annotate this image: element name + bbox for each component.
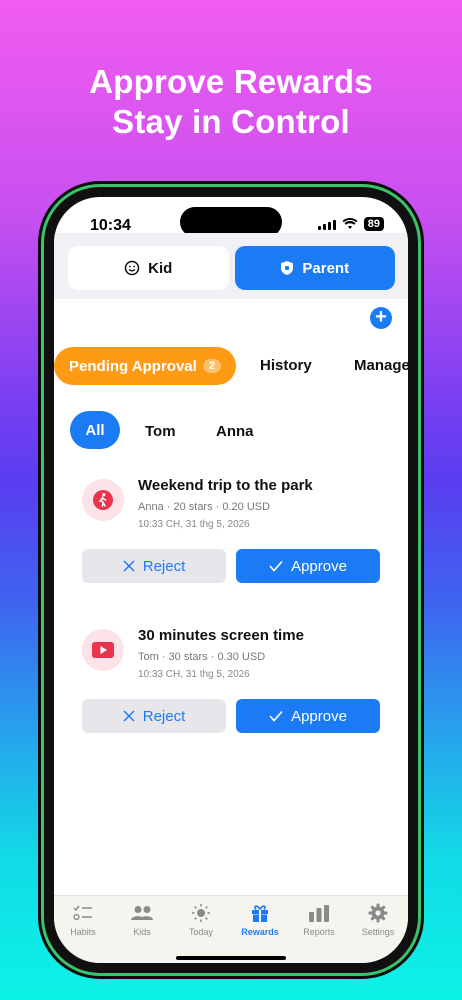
- mode-toggle: Kid Parent: [68, 246, 395, 290]
- reject-label: Reject: [142, 557, 186, 575]
- walking-icon: [93, 490, 113, 510]
- checkmark-icon: [269, 710, 283, 722]
- bar-chart-icon: [309, 905, 329, 922]
- filter-kid-tom[interactable]: Tom: [145, 423, 176, 440]
- status-icons: 89: [317, 217, 384, 231]
- promo-headline: Approve Rewards Stay in Control: [0, 62, 462, 142]
- request-icon-circle: [82, 479, 124, 521]
- nav-rewards[interactable]: Rewards: [231, 902, 289, 937]
- pending-count-badge: 2: [202, 359, 221, 373]
- home-indicator: [176, 956, 286, 960]
- play-screen-icon: [92, 642, 114, 658]
- request-time: 10:33 CH, 31 thg 5, 2026: [138, 669, 250, 680]
- mode-kid-label: Kid: [148, 259, 173, 277]
- mode-kid-button[interactable]: Kid: [68, 246, 229, 290]
- approve-label: Approve: [291, 557, 347, 575]
- nav-reports-label: Reports: [303, 927, 335, 937]
- tab-pending-label: Pending Approval: [69, 357, 197, 375]
- nav-today-label: Today: [188, 927, 214, 937]
- nav-kids-label: Kids: [133, 927, 151, 937]
- headline-line-1: Approve Rewards: [89, 63, 373, 100]
- tab-pending-approval[interactable]: Pending Approval 2: [54, 347, 236, 385]
- filter-kid-anna[interactable]: Anna: [216, 423, 254, 440]
- mode-parent-label: Parent: [302, 259, 350, 277]
- bottom-tab-bar: Habits Kids Today Rewards Reports Settin…: [54, 895, 408, 963]
- battery-indicator: 89: [363, 217, 384, 231]
- people-icon: [131, 906, 153, 920]
- mode-parent-button[interactable]: Parent: [234, 246, 395, 290]
- shield-icon: [281, 261, 294, 275]
- gift-icon: [252, 905, 268, 922]
- reward-tabs: Pending Approval 2 History Manage: [54, 347, 408, 387]
- add-reward-button[interactable]: +: [370, 307, 392, 329]
- tab-history[interactable]: History: [260, 357, 312, 374]
- reject-button[interactable]: Reject: [82, 699, 226, 733]
- request-meta: Tom · 30 stars · 0.30 USD: [138, 651, 266, 663]
- request-icon-circle: [82, 629, 124, 671]
- nav-habits[interactable]: Habits: [54, 902, 112, 937]
- wifi-icon: [342, 218, 358, 229]
- nav-habits-label: Habits: [70, 927, 96, 937]
- close-icon: [123, 710, 135, 722]
- kid-filter: All: [70, 411, 120, 449]
- checklist-icon: [73, 905, 92, 921]
- tab-manage[interactable]: Manage: [354, 357, 408, 374]
- smile-icon: [124, 260, 140, 276]
- reject-button[interactable]: Reject: [82, 549, 226, 583]
- request-meta: Anna · 20 stars · 0.20 USD: [138, 501, 271, 513]
- nav-settings-label: Settings: [361, 927, 395, 937]
- sun-icon: [192, 904, 210, 922]
- request-title: 30 minutes screen time: [138, 627, 304, 644]
- nav-reports[interactable]: Reports: [290, 902, 348, 937]
- headline-line-2: Stay in Control: [112, 103, 350, 140]
- checkmark-icon: [269, 560, 283, 572]
- request-title: Weekend trip to the park: [138, 477, 313, 494]
- approve-button[interactable]: Approve: [236, 699, 380, 733]
- nav-rewards-label: Rewards: [241, 927, 279, 937]
- app-screen: 10:34 89 Kid Parent + Pending Approval 2…: [54, 197, 408, 963]
- filter-all[interactable]: All: [70, 411, 120, 449]
- nav-kids[interactable]: Kids: [113, 902, 171, 937]
- approve-label: Approve: [291, 707, 347, 725]
- reject-label: Reject: [142, 707, 186, 725]
- close-icon: [123, 560, 135, 572]
- approve-button[interactable]: Approve: [236, 549, 380, 583]
- nav-settings[interactable]: Settings: [349, 902, 407, 937]
- nav-today[interactable]: Today: [172, 902, 230, 937]
- gear-icon: [368, 903, 388, 923]
- request-time: 10:33 CH, 31 thg 5, 2026: [138, 519, 250, 530]
- signal-icon: [317, 219, 336, 230]
- phone-frame: 10:34 89 Kid Parent + Pending Approval 2…: [44, 187, 418, 973]
